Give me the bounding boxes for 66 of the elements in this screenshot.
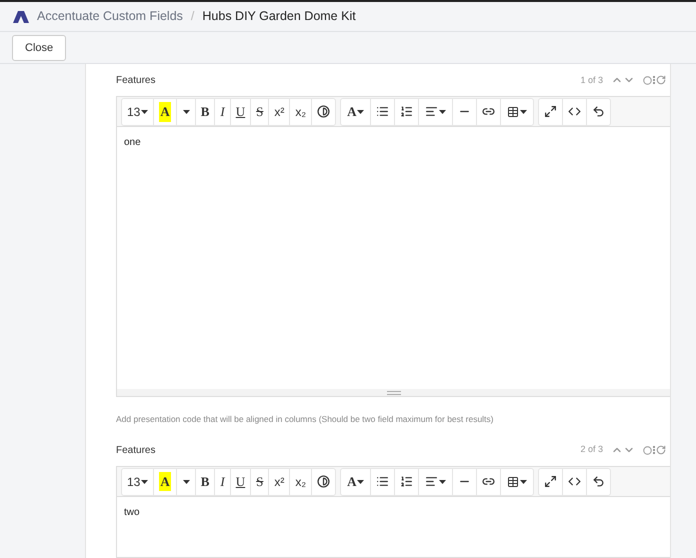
font-color-dropdown[interactable]: A: [341, 468, 372, 494]
bullet-list-icon: [376, 105, 390, 118]
close-button[interactable]: Close: [12, 34, 66, 61]
superscript-button[interactable]: x²: [269, 98, 290, 125]
code-view-icon: [568, 475, 582, 488]
bullet-list-icon: [376, 475, 390, 488]
contrast-icon: [317, 105, 330, 118]
caret-icon: [141, 480, 148, 484]
remove-button[interactable]: [643, 76, 652, 85]
breadcrumb-separator: /: [190, 8, 194, 26]
highlight-button[interactable]: A: [154, 98, 177, 125]
subscript-button[interactable]: x₂: [290, 98, 312, 125]
caret-icon: [357, 110, 364, 114]
circle-icon: [643, 76, 652, 85]
fullscreen-icon: [544, 105, 558, 118]
align-icon: [425, 475, 438, 488]
refresh-button[interactable]: [656, 75, 666, 86]
field-label: Features: [116, 74, 156, 88]
caret-icon: [439, 110, 446, 114]
underline-button[interactable]: U: [230, 468, 252, 494]
strikethrough-button[interactable]: S: [251, 468, 270, 494]
bold-button[interactable]: B: [196, 98, 216, 125]
strikethrough-button[interactable]: S: [251, 98, 270, 125]
underline-button[interactable]: U: [230, 98, 252, 125]
caret-icon: [182, 110, 190, 114]
item-counter: 2 of 3: [580, 443, 603, 456]
drag-handle-icon[interactable]: [653, 76, 655, 84]
link-icon: [482, 475, 496, 488]
caret-icon: [141, 110, 148, 114]
italic-button[interactable]: I: [215, 468, 231, 494]
breadcrumb-link[interactable]: Accentuate Custom Fields: [37, 7, 183, 26]
numbered-list-icon: [400, 105, 414, 118]
refresh-button[interactable]: [656, 445, 666, 455]
font-color-dropdown[interactable]: A: [341, 98, 372, 125]
field-label: Features: [116, 444, 156, 458]
subscript-button[interactable]: x₂: [290, 468, 312, 494]
font-size-dropdown[interactable]: 13: [122, 98, 154, 125]
remove-button[interactable]: [643, 446, 652, 454]
page-title: Hubs DIY Garden Dome Kit: [202, 8, 356, 26]
caret-icon: [520, 480, 528, 484]
caret-icon: [357, 480, 364, 484]
drag-handle-icon[interactable]: [653, 446, 655, 454]
font-size-dropdown[interactable]: 13: [122, 468, 154, 494]
undo-icon: [592, 475, 606, 488]
refresh-icon: [656, 445, 666, 455]
item-counter: 1 of 3: [580, 74, 603, 86]
logo-icon: [13, 10, 29, 23]
highlight-button[interactable]: A: [154, 468, 177, 494]
fullscreen-icon: [544, 475, 558, 488]
circle-icon: [643, 446, 652, 454]
italic-button[interactable]: I: [215, 98, 231, 125]
numbered-list-icon: [400, 475, 414, 488]
caret-icon: [439, 480, 446, 484]
undo-icon: [592, 105, 606, 118]
contrast-icon: [317, 475, 330, 488]
bold-button[interactable]: B: [196, 468, 216, 494]
resize-handle[interactable]: [117, 389, 670, 396]
align-icon: [425, 105, 438, 118]
refresh-icon: [656, 75, 666, 86]
superscript-button[interactable]: x²: [269, 468, 290, 494]
table-icon: [507, 106, 520, 118]
caret-icon: [520, 110, 528, 114]
caret-icon: [182, 480, 190, 484]
code-view-icon: [568, 105, 582, 118]
field-hint: Add presentation code that will be aligned in columns (Should be two field maximum for best results): [116, 413, 494, 426]
table-icon: [507, 476, 520, 488]
